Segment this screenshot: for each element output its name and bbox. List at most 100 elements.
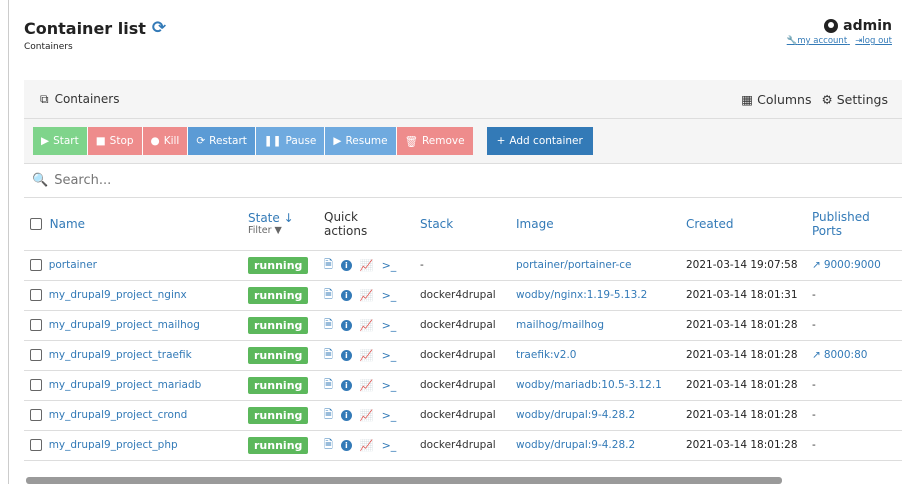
row-checkbox[interactable]: [30, 289, 42, 301]
ports-cell: -: [812, 409, 816, 421]
created-cell: 2021-03-14 19:07:58: [686, 259, 798, 271]
stack-cell: docker4drupal: [420, 349, 496, 361]
name-header[interactable]: Name: [24, 198, 242, 250]
kill-button[interactable]: ● Kill: [142, 127, 188, 155]
inspect-icon[interactable]: i: [340, 349, 352, 361]
image-header[interactable]: Image: [510, 198, 680, 250]
inspect-icon[interactable]: i: [340, 379, 352, 391]
stats-icon[interactable]: 📈: [360, 379, 374, 392]
logs-icon[interactable]: 🗎: [324, 406, 333, 425]
stop-button[interactable]: ■ Stop: [87, 127, 142, 155]
console-icon[interactable]: >_: [382, 349, 397, 362]
user-name-text: admin: [843, 18, 892, 34]
log-out-link[interactable]: ⇥log out: [855, 36, 892, 46]
row-checkbox[interactable]: [30, 259, 42, 271]
stack-cell: -: [420, 259, 424, 271]
row-checkbox[interactable]: [30, 409, 42, 421]
container-name-link[interactable]: my_drupal9_project_php: [49, 439, 178, 451]
inspect-icon[interactable]: i: [340, 409, 352, 421]
horizontal-scrollbar[interactable]: [26, 477, 782, 484]
created-cell: 2021-03-14 18:01:28: [686, 439, 798, 451]
container-name-link[interactable]: my_drupal9_project_crond: [49, 409, 188, 421]
select-all-checkbox[interactable]: [30, 218, 42, 231]
gear-icon: ⚙: [821, 91, 833, 107]
logs-icon[interactable]: 🗎: [324, 286, 333, 305]
stack-header[interactable]: Stack: [414, 198, 510, 250]
columns-button[interactable]: ▦ Columns: [741, 92, 811, 107]
trash-icon: 🗑: [404, 135, 418, 148]
logs-icon[interactable]: 🗎: [324, 376, 333, 395]
console-icon[interactable]: >_: [382, 379, 397, 392]
image-link[interactable]: wodby/drupal:9-4.28.2: [516, 409, 635, 421]
inspect-icon[interactable]: i: [340, 439, 352, 451]
search-row: 🔍: [24, 164, 902, 198]
logs-icon[interactable]: 🗎: [324, 436, 333, 455]
resume-button[interactable]: ▶ Resume: [325, 127, 396, 155]
container-name-link[interactable]: my_drupal9_project_nginx: [49, 289, 187, 301]
stats-icon[interactable]: 📈: [360, 319, 374, 332]
ports-cell: -: [812, 379, 816, 391]
created-header[interactable]: Created: [680, 198, 806, 250]
pause-button[interactable]: ❚❚ Pause: [255, 127, 325, 155]
state-header[interactable]: State ↓ Filter ▼: [242, 198, 318, 250]
left-divider: [8, 0, 9, 484]
image-link[interactable]: traefik:v2.0: [516, 349, 576, 361]
image-link[interactable]: portainer/portainer-ce: [516, 259, 632, 271]
container-name-link[interactable]: my_drupal9_project_mariadb: [49, 379, 202, 391]
restart-button[interactable]: ⟳ Restart: [188, 127, 255, 155]
row-checkbox[interactable]: [30, 349, 42, 361]
row-checkbox[interactable]: [30, 439, 42, 451]
columns-icon: ▦: [741, 91, 754, 107]
table-header-row: Name State ↓ Filter ▼ Quick actions Stack…: [24, 198, 902, 250]
console-icon[interactable]: >_: [382, 439, 397, 452]
ports-header[interactable]: Published Ports: [806, 198, 902, 250]
start-button[interactable]: ▶ Start: [33, 127, 87, 155]
search-input[interactable]: [54, 173, 455, 188]
logs-icon[interactable]: 🗎: [324, 256, 333, 275]
stats-icon[interactable]: 📈: [360, 439, 374, 452]
inspect-icon[interactable]: i: [340, 259, 352, 271]
row-checkbox[interactable]: [30, 319, 42, 331]
status-badge: running: [248, 346, 309, 364]
created-cell: 2021-03-14 18:01:31: [686, 289, 798, 301]
stats-icon[interactable]: 📈: [360, 349, 374, 362]
image-link[interactable]: wodby/mariadb:10.5-3.12.1: [516, 379, 662, 391]
user-icon: [824, 19, 839, 33]
container-name-link[interactable]: my_drupal9_project_mailhog: [49, 319, 200, 331]
stack-cell: docker4drupal: [420, 289, 496, 301]
inspect-icon[interactable]: i: [340, 319, 352, 331]
image-link[interactable]: wodby/nginx:1.19-5.13.2: [516, 289, 647, 301]
inspect-icon[interactable]: i: [340, 289, 352, 301]
container-name-link[interactable]: my_drupal9_project_traefik: [49, 349, 192, 361]
ports-cell: -: [812, 289, 816, 301]
quick-actions-cell: 🗎 i 📈 >_: [318, 400, 414, 430]
image-cell: wodby/drupal:9-4.28.2: [510, 400, 680, 430]
port-link[interactable]: ↗ 9000:9000: [812, 259, 896, 271]
my-account-link[interactable]: 🔧my account: [787, 36, 850, 46]
logs-icon[interactable]: 🗎: [324, 346, 333, 365]
console-icon[interactable]: >_: [382, 409, 397, 422]
quick-actions-cell: 🗎 i 📈 >_: [318, 340, 414, 370]
container-name-link[interactable]: portainer: [49, 259, 97, 271]
ports-cell: -: [812, 319, 816, 331]
image-link[interactable]: mailhog/mailhog: [516, 319, 604, 331]
row-checkbox[interactable]: [30, 379, 42, 391]
panel-title: ⧉ Containers: [40, 91, 120, 107]
port-link[interactable]: ↗ 8000:80: [812, 349, 896, 361]
remove-button[interactable]: 🗑 Remove: [396, 127, 473, 155]
logs-icon[interactable]: 🗎: [324, 316, 333, 335]
stats-icon[interactable]: 📈: [360, 409, 374, 422]
ports-cell: ↗ 8000:80: [806, 340, 902, 370]
created-cell: 2021-03-14 18:01:28: [686, 349, 798, 361]
stats-icon[interactable]: 📈: [360, 259, 374, 272]
console-icon[interactable]: >_: [382, 319, 397, 332]
console-icon[interactable]: >_: [382, 259, 397, 272]
image-link[interactable]: wodby/drupal:9-4.28.2: [516, 439, 635, 451]
settings-button[interactable]: ⚙ Settings: [822, 92, 889, 107]
refresh-icon[interactable]: ⟳: [152, 18, 166, 38]
filter-icon[interactable]: ▼: [275, 225, 282, 236]
stats-icon[interactable]: 📈: [360, 289, 374, 302]
add-container-button[interactable]: + Add container: [486, 127, 593, 155]
sort-icon[interactable]: ↓: [284, 211, 294, 225]
console-icon[interactable]: >_: [382, 289, 397, 302]
